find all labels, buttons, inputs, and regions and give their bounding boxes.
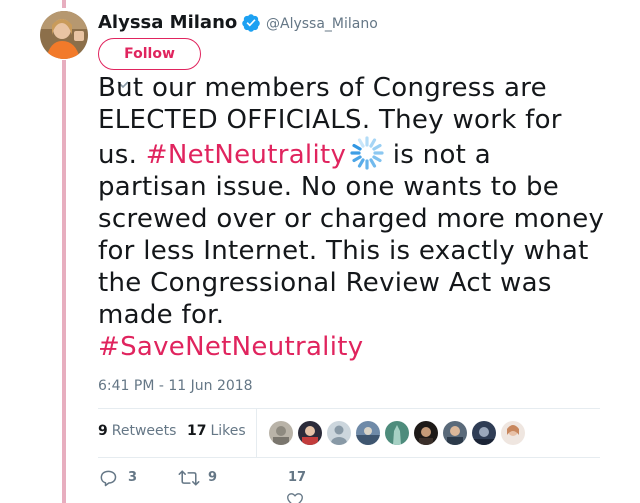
liker-avatar[interactable] <box>297 420 323 446</box>
liker-avatar[interactable] <box>442 420 468 446</box>
likes-count: 17 <box>187 423 207 439</box>
likes-stat[interactable]: 17 Likes <box>187 423 246 439</box>
hashtag-netneutrality-link[interactable]: #NetNeutrality <box>146 140 346 170</box>
verified-badge-icon <box>242 14 260 32</box>
liker-avatar[interactable] <box>268 420 294 446</box>
likes-label: Likes <box>210 423 246 439</box>
follow-button[interactable]: Follow <box>98 38 201 70</box>
reply-action[interactable]: 3 <box>98 466 158 490</box>
tweet-stats: 9 Retweets 17 Likes <box>98 408 600 458</box>
author-handle[interactable]: @Alyssa_Milano <box>266 16 378 32</box>
thread-line <box>62 60 66 503</box>
tweet-permalink: Alyssa Milano @Alyssa_Milano Follow But … <box>0 0 640 503</box>
hashtag-savenetneutrality-link[interactable]: #SaveNetNeutrality <box>98 332 363 362</box>
liker-avatar[interactable] <box>384 420 410 446</box>
retweet-action[interactable]: 9 <box>178 466 238 490</box>
reply-icon <box>100 470 117 487</box>
retweets-count: 9 <box>98 423 108 439</box>
tweet-actions: 3 9 17 <box>98 466 600 503</box>
liker-avatar[interactable] <box>413 420 439 446</box>
stats-divider <box>256 409 257 457</box>
author-name[interactable]: Alyssa Milano <box>98 12 237 33</box>
like-count: 17 <box>288 470 307 485</box>
liker-avatar[interactable] <box>326 420 352 446</box>
liker-avatar[interactable] <box>500 420 526 446</box>
heart-icon <box>287 493 303 503</box>
thread-line-top <box>62 0 66 8</box>
liker-avatar[interactable] <box>471 420 497 446</box>
reply-count: 3 <box>128 470 138 485</box>
loading-spinner-icon <box>350 136 384 170</box>
tweet-timestamp[interactable]: 6:41 PM - 11 Jun 2018 <box>98 378 253 394</box>
retweets-stat[interactable]: 9 Retweets <box>98 423 176 439</box>
retweets-label: Retweets <box>111 423 177 439</box>
retweet-count: 9 <box>208 470 218 485</box>
retweet-icon <box>178 470 200 486</box>
tweet-text: But our members of Congress are ELECTED … <box>98 72 608 363</box>
liker-avatar[interactable] <box>355 420 381 446</box>
like-action[interactable]: 17 <box>282 466 322 503</box>
author-avatar[interactable] <box>40 11 88 59</box>
